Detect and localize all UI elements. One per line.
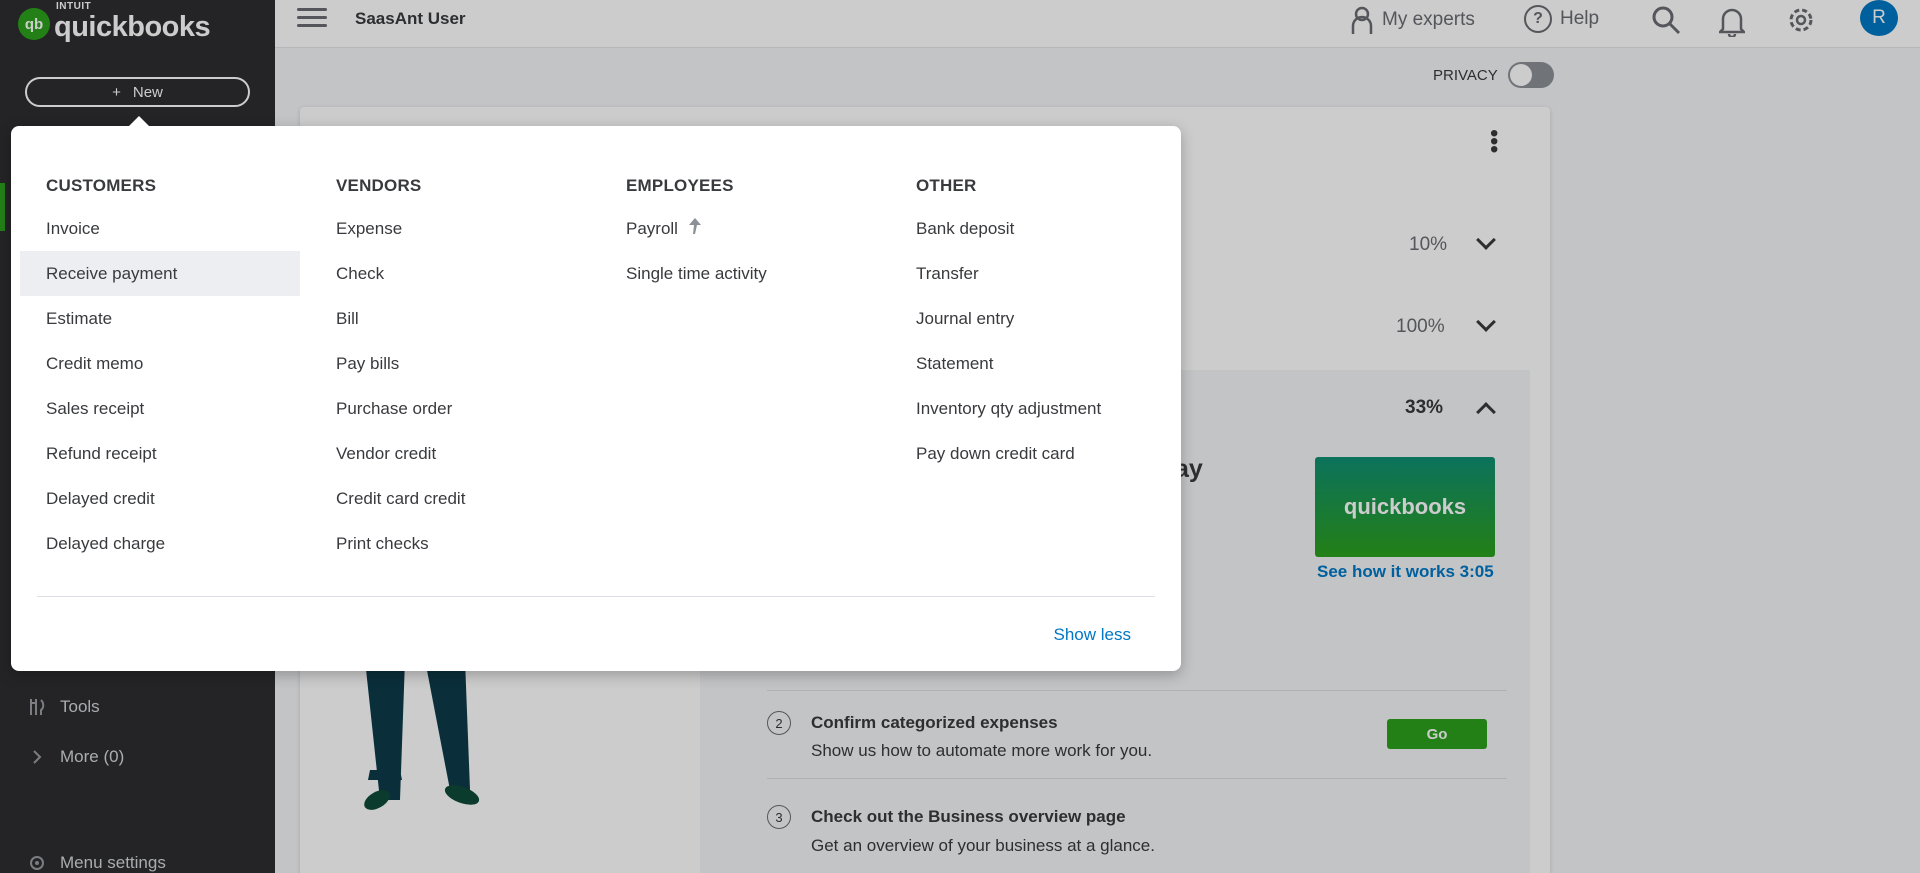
column-heading: CUSTOMERS	[46, 176, 157, 195]
menu-item-label: Payroll	[626, 218, 678, 238]
menu-item-pay-bills[interactable]: Pay bills	[336, 341, 465, 386]
column-heading: VENDORS	[336, 176, 422, 195]
menu-item-credit-memo[interactable]: Credit memo	[46, 341, 300, 386]
upgrade-arrow-icon	[688, 217, 702, 240]
menu-caret	[127, 116, 151, 128]
menu-item-sales-receipt[interactable]: Sales receipt	[46, 386, 300, 431]
menu-item-inventory-qty-adjustment[interactable]: Inventory qty adjustment	[916, 386, 1101, 431]
menu-item-check[interactable]: Check	[336, 251, 465, 296]
menu-item-payroll[interactable]: Payroll	[626, 206, 767, 251]
menu-item-invoice[interactable]: Invoice	[46, 206, 300, 251]
menu-item-purchase-order[interactable]: Purchase order	[336, 386, 465, 431]
menu-item-statement[interactable]: Statement	[916, 341, 1101, 386]
menu-item-receive-payment[interactable]: Receive payment	[20, 251, 300, 296]
menu-item-bank-deposit[interactable]: Bank deposit	[916, 206, 1101, 251]
menu-item-pay-down-credit-card[interactable]: Pay down credit card	[916, 431, 1101, 476]
column-heading: OTHER	[916, 176, 977, 195]
menu-item-transfer[interactable]: Transfer	[916, 251, 1101, 296]
new-menu-dropdown: CUSTOMERS Invoice Receive payment Estima…	[11, 126, 1181, 671]
menu-item-credit-card-credit[interactable]: Credit card credit	[336, 476, 465, 521]
menu-column-vendors: VENDORS Expense Check Bill Pay bills Pur…	[336, 176, 465, 566]
menu-item-bill[interactable]: Bill	[336, 296, 465, 341]
menu-column-customers: CUSTOMERS Invoice Receive payment Estima…	[20, 176, 300, 566]
menu-item-expense[interactable]: Expense	[336, 206, 465, 251]
menu-item-delayed-credit[interactable]: Delayed credit	[46, 476, 300, 521]
menu-item-estimate[interactable]: Estimate	[46, 296, 300, 341]
menu-item-journal-entry[interactable]: Journal entry	[916, 296, 1101, 341]
menu-item-single-time-activity[interactable]: Single time activity	[626, 251, 767, 296]
menu-divider	[37, 596, 1155, 597]
menu-item-refund-receipt[interactable]: Refund receipt	[46, 431, 300, 476]
show-less-link[interactable]: Show less	[1054, 625, 1131, 645]
menu-column-other: OTHER Bank deposit Transfer Journal entr…	[916, 176, 1101, 476]
menu-item-vendor-credit[interactable]: Vendor credit	[336, 431, 465, 476]
menu-item-print-checks[interactable]: Print checks	[336, 521, 465, 566]
menu-item-delayed-charge[interactable]: Delayed charge	[46, 521, 300, 566]
column-heading: EMPLOYEES	[626, 176, 734, 195]
menu-column-employees: EMPLOYEES Payroll Single time activity	[626, 176, 767, 296]
